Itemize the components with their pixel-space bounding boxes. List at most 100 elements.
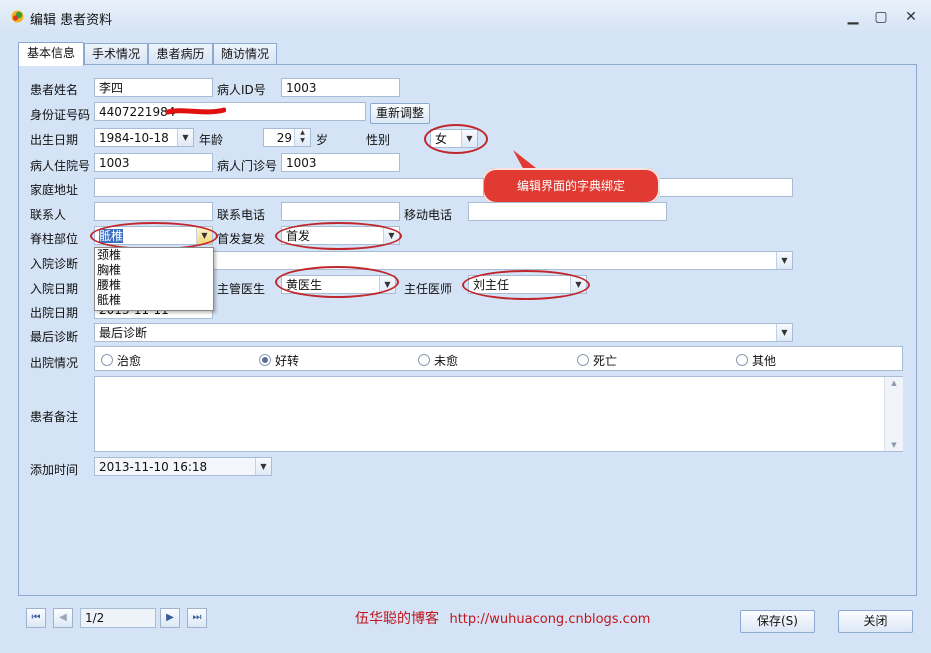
contact-label: 联系人 [30, 208, 67, 222]
admit-diag-label: 入院诊断 [30, 257, 79, 271]
age-label: 年龄 [199, 133, 224, 147]
highlight-oval-director [462, 270, 590, 300]
gender-label: 性别 [366, 133, 391, 147]
close-window-button[interactable]: ✕ [900, 7, 922, 27]
scroll-down-icon[interactable]: ▼ [885, 439, 903, 451]
radio-icon [101, 354, 113, 366]
idcard-input[interactable]: 4407221984 [94, 102, 366, 121]
phone-label: 联系电话 [217, 208, 266, 222]
age-value: 29 [276, 131, 292, 145]
discharge-date-label: 出院日期 [30, 306, 79, 320]
tab-medical-record[interactable]: 患者病历 [148, 43, 213, 65]
outpatient-label: 病人门诊号 [217, 159, 278, 173]
spine-label: 脊柱部位 [30, 232, 79, 246]
save-button[interactable]: 保存(S) [740, 610, 815, 633]
last-page-button[interactable]: ⏭ [187, 608, 207, 628]
address-label: 家庭地址 [30, 183, 79, 197]
added-time-picker[interactable]: 2013-11-10 16:18 ▼ [94, 457, 272, 476]
notes-scrollbar[interactable]: ▲ ▼ [884, 377, 903, 451]
pid-label: 病人ID号 [217, 83, 266, 97]
tab-basic-info[interactable]: 基本信息 [18, 42, 84, 66]
address-input-right[interactable] [660, 178, 793, 197]
highlight-oval-gender [424, 124, 488, 154]
first-page-button[interactable]: ⏮ [26, 608, 46, 628]
birth-label: 出生日期 [30, 133, 79, 147]
age-spinner[interactable]: 29 ▲ ▼ [263, 128, 311, 147]
spine-option[interactable]: 腰椎 [95, 278, 213, 293]
name-input[interactable]: 李四 [94, 78, 213, 97]
chevron-down-icon[interactable]: ▼ [776, 252, 792, 269]
first-recur-label: 首发复发 [217, 232, 266, 246]
blog-url[interactable]: http://wuhuacong.cnblogs.com [449, 612, 650, 627]
attending-label: 主管医生 [217, 282, 266, 296]
birth-value: 1984-10-18 [99, 131, 169, 145]
idcard-value: 4407221984 [99, 105, 176, 119]
idcard-label: 身份证号码 [30, 108, 91, 122]
spine-option[interactable]: 骶椎 [95, 293, 213, 308]
callout-dictionary-binding: 编辑界面的字典绑定 [482, 168, 660, 204]
admit-date-label: 入院日期 [30, 282, 79, 296]
radio-label: 其他 [752, 354, 777, 368]
phone-input[interactable] [281, 202, 400, 221]
final-diag-label: 最后诊断 [30, 330, 79, 344]
radio-not-cured[interactable]: 未愈 [418, 352, 458, 369]
final-diag-value: 最后诊断 [99, 326, 148, 340]
name-label: 患者姓名 [30, 83, 79, 97]
app-logo-icon [11, 10, 24, 23]
redaction-mark [166, 107, 226, 115]
final-diag-select[interactable]: 最后诊断 ▼ [94, 323, 793, 342]
radio-icon [577, 354, 589, 366]
radio-deceased[interactable]: 死亡 [577, 352, 617, 369]
contact-input[interactable] [94, 202, 213, 221]
maximize-button[interactable]: ▢ [870, 7, 892, 27]
scroll-up-icon[interactable]: ▲ [885, 377, 903, 389]
tab-surgery[interactable]: 手术情况 [84, 43, 148, 65]
notes-label: 患者备注 [30, 410, 79, 424]
minimize-button[interactable]: ▁ [842, 7, 864, 27]
age-unit: 岁 [316, 133, 329, 147]
page-indicator: 1/2 [80, 608, 156, 628]
next-page-button[interactable]: ▶ [160, 608, 180, 628]
blog-name: 伍华聪的博客 [355, 611, 439, 627]
prev-page-button[interactable]: ◀ [53, 608, 73, 628]
highlight-oval-spine [90, 222, 218, 250]
discharge-status-label: 出院情况 [30, 356, 79, 370]
inpatient-input[interactable]: 1003 [94, 153, 213, 172]
address-input-left[interactable] [94, 178, 484, 197]
inpatient-label: 病人住院号 [30, 159, 91, 173]
chevron-down-icon[interactable]: ▼ [177, 129, 193, 146]
mobile-input[interactable] [468, 202, 667, 221]
radio-label: 死亡 [593, 354, 618, 368]
spine-option[interactable]: 胸椎 [95, 263, 213, 278]
discharge-status-group [94, 346, 903, 371]
radio-label: 未愈 [434, 354, 459, 368]
spine-dropdown-list: 颈椎 胸椎 腰椎 骶椎 [94, 247, 214, 311]
chevron-down-icon[interactable]: ▼ [776, 324, 792, 341]
highlight-oval-attending [275, 266, 399, 298]
chevron-down-icon[interactable]: ▼ [255, 458, 271, 475]
readjust-button[interactable]: 重新调整 [370, 103, 430, 124]
director-label: 主任医师 [404, 282, 453, 296]
mobile-label: 移动电话 [404, 208, 453, 222]
radio-improved[interactable]: 好转 [259, 352, 299, 369]
spinner-arrows-icon[interactable]: ▲ ▼ [294, 129, 310, 146]
close-button[interactable]: 关闭 [838, 610, 913, 633]
birth-date-picker[interactable]: 1984-10-18 ▼ [94, 128, 194, 147]
radio-icon [418, 354, 430, 366]
outpatient-input[interactable]: 1003 [281, 153, 400, 172]
added-time-value: 2013-11-10 16:18 [99, 460, 208, 474]
highlight-oval-first-recur [275, 222, 402, 250]
radio-selected-icon [259, 354, 271, 366]
radio-other[interactable]: 其他 [736, 352, 776, 369]
tab-follow-up[interactable]: 随访情况 [213, 43, 277, 65]
title-bar [0, 0, 931, 34]
radio-label: 好转 [275, 354, 300, 368]
notes-textarea[interactable] [94, 376, 903, 452]
window-title: 编辑 患者资料 [30, 13, 113, 28]
radio-label: 治愈 [117, 354, 142, 368]
blog-credit: 伍华聪的博客 http://wuhuacong.cnblogs.com [355, 608, 650, 628]
radio-cured[interactable]: 治愈 [101, 352, 141, 369]
radio-icon [736, 354, 748, 366]
spine-option[interactable]: 颈椎 [95, 248, 213, 263]
pid-input[interactable]: 1003 [281, 78, 400, 97]
